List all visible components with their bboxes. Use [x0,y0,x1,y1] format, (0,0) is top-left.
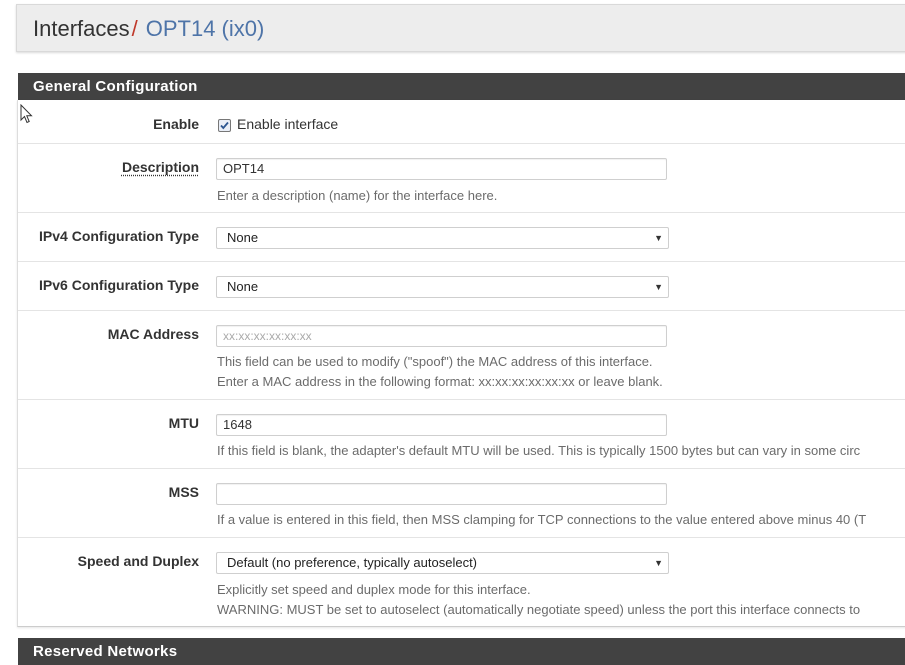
ipv4-select-value: None [227,230,259,245]
breadcrumb-current[interactable]: OPT14 (ix0) [146,16,265,41]
breadcrumb: Interfaces/ OPT14 (ix0) [33,16,264,42]
ipv6-label: IPv6 Configuration Type [39,277,199,293]
mac-label: MAC Address [107,326,199,342]
caret-down-icon: ▼ [654,282,663,292]
ipv4-row: IPv4 Configuration Type None ▼ [18,213,905,262]
breadcrumb-separator: / [131,16,138,41]
mac-help-1: This field can be used to modify ("spoof… [217,354,653,369]
mss-help: If a value is entered in this field, the… [217,512,867,527]
breadcrumb-parent[interactable]: Interfaces [33,16,130,41]
mac-help-2: Enter a MAC address in the following for… [217,374,663,389]
mtu-label: MTU [168,415,199,431]
general-configuration-panel: Enable Enable interface Description OPT1… [17,100,905,627]
speed-duplex-select[interactable]: Default (no preference, typically autose… [216,552,669,574]
mss-input[interactable] [216,483,667,505]
section-title: Reserved Networks [33,643,178,660]
mss-row: MSS If a value is entered in this field,… [18,469,905,538]
mss-label: MSS [168,484,199,500]
ipv6-row: IPv6 Configuration Type None ▼ [18,262,905,311]
mac-input[interactable]: xx:xx:xx:xx:xx:xx [216,325,667,347]
speed-duplex-help-1: Explicitly set speed and duplex mode for… [217,582,531,597]
caret-down-icon: ▼ [654,233,663,243]
section-title: General Configuration [33,78,198,95]
mtu-help: If this field is blank, the adapter's de… [217,443,861,458]
ipv4-select[interactable]: None ▼ [216,227,669,249]
speed-duplex-select-value: Default (no preference, typically autose… [227,555,478,570]
description-input[interactable]: OPT14 [216,158,667,180]
enable-row: Enable Enable interface [18,100,905,144]
ipv4-label: IPv4 Configuration Type [39,228,199,244]
speed-duplex-row: Speed and Duplex Default (no preference,… [18,538,905,626]
enable-checkbox-label[interactable]: Enable interface [237,116,338,132]
general-configuration-heading: General Configuration [18,73,905,100]
enable-label: Enable [153,116,199,132]
description-label[interactable]: Description [122,159,199,175]
mtu-input[interactable]: 1648 [216,414,667,436]
speed-duplex-help-2: WARNING: MUST be set to autoselect (auto… [217,602,861,617]
description-help: Enter a description (name) for the inter… [217,188,498,203]
breadcrumb-bar: Interfaces/ OPT14 (ix0) [16,4,905,52]
description-row: Description OPT14 Enter a description (n… [18,144,905,213]
mac-row: MAC Address xx:xx:xx:xx:xx:xx This field… [18,311,905,400]
reserved-networks-heading: Reserved Networks [18,638,905,665]
speed-duplex-label: Speed and Duplex [77,553,199,569]
mouse-pointer-icon [20,104,33,124]
check-icon [220,121,229,130]
ipv6-select-value: None [227,279,259,294]
ipv6-select[interactable]: None ▼ [216,276,669,298]
caret-down-icon: ▼ [654,558,663,568]
enable-checkbox[interactable] [218,119,231,132]
mtu-row: MTU 1648 If this field is blank, the ada… [18,400,905,469]
